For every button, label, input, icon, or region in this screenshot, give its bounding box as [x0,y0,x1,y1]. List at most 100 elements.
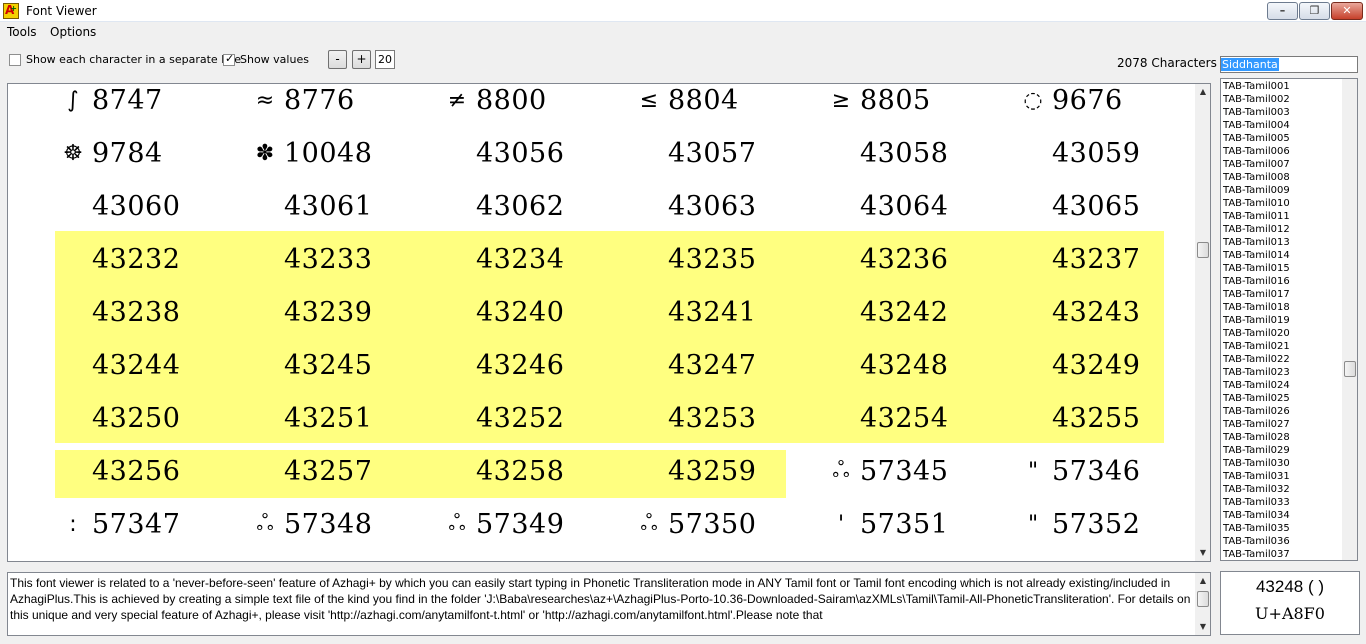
character-cell[interactable]: 43237 [1014,233,1140,286]
increase-size-button[interactable]: + [352,50,371,69]
character-cell[interactable]: 43253 [630,392,756,445]
character-cell[interactable]: 43065 [1014,180,1140,233]
font-list-item[interactable]: TAB-Tamil015 [1223,262,1290,275]
character-cell[interactable]: 43236 [822,233,948,286]
font-list-item[interactable]: TAB-Tamil027 [1223,418,1290,431]
close-button[interactable]: ✕ [1331,2,1363,20]
font-list-item[interactable]: TAB-Tamil007 [1223,158,1290,171]
font-list-item[interactable]: TAB-Tamil008 [1223,171,1290,184]
character-cell[interactable]: 43248 [822,339,948,392]
scroll-up-icon[interactable]: ▲ [1195,573,1210,589]
character-cell[interactable]: 43063 [630,180,756,233]
font-list-item[interactable]: TAB-Tamil034 [1223,509,1290,522]
character-cell[interactable]: 43057 [630,127,756,180]
menu-tools[interactable]: Tools [7,25,37,39]
font-list-item[interactable]: TAB-Tamil035 [1223,522,1290,535]
minimize-button[interactable]: – [1267,2,1298,20]
description-scroll-thumb[interactable] [1197,591,1209,607]
font-list-item[interactable]: TAB-Tamil037 [1223,548,1290,560]
character-grid[interactable]: ∫ 8747 ≈8776 ≠ 8800 ≤8804 ≥8805 ◌ 9676 ☸ 9784 ✽ 1004… [7,83,1211,562]
menu-options[interactable]: Options [50,25,96,39]
font-list-item[interactable]: TAB-Tamil021 [1223,340,1290,353]
maximize-button[interactable]: ❐ [1299,2,1330,20]
font-list-item[interactable]: TAB-Tamil004 [1223,119,1290,132]
character-cell[interactable]: 43056 [438,127,564,180]
grid-scrollbar[interactable]: ▲ ▼ [1195,84,1210,561]
font-name-input[interactable]: Siddhanta [1220,56,1358,73]
font-list-item[interactable]: TAB-Tamil011 [1223,210,1290,223]
character-cell[interactable]: 43239 [246,286,372,339]
character-cell[interactable]: ✽ 10048 [246,127,372,180]
font-list-item[interactable]: TAB-Tamil019 [1223,314,1290,327]
font-list-item[interactable]: TAB-Tamil036 [1223,535,1290,548]
character-cell[interactable]: ∫ 8747 [54,84,163,127]
font-list-item[interactable]: TAB-Tamil030 [1223,457,1290,470]
font-list-item[interactable]: TAB-Tamil006 [1223,145,1290,158]
font-list-item[interactable]: TAB-Tamil029 [1223,444,1290,457]
separate-line-checkbox[interactable] [9,54,21,66]
character-cell[interactable]: 43247 [630,339,756,392]
character-cell[interactable]: 43059 [1014,127,1140,180]
font-list-item[interactable]: TAB-Tamil020 [1223,327,1290,340]
character-cell[interactable]: ஃ 57348 [246,498,372,551]
character-cell[interactable]: 43242 [822,286,948,339]
character-cell[interactable]: ≠ 8800 [438,84,547,127]
character-cell[interactable]: 43244 [54,339,180,392]
character-cell[interactable]: 43235 [630,233,756,286]
scroll-up-icon[interactable]: ▲ [1195,84,1210,100]
description-box[interactable]: This font viewer is related to a 'never-… [7,572,1211,636]
character-cell[interactable]: 43255 [1014,392,1140,445]
character-cell[interactable]: ஃ 57350 [630,498,756,551]
scroll-down-icon[interactable]: ▼ [1195,545,1210,561]
scroll-down-icon[interactable]: ▼ [1195,619,1210,635]
character-cell[interactable]: 43249 [1014,339,1140,392]
character-cell[interactable]: 43062 [438,180,564,233]
font-list-item[interactable]: TAB-Tamil010 [1223,197,1290,210]
character-cell[interactable]: 43258 [438,445,564,498]
character-cell[interactable]: ◌ 9676 [1014,84,1123,127]
character-cell[interactable]: 43232 [54,233,180,286]
font-list-item[interactable]: TAB-Tamil032 [1223,483,1290,496]
character-cell[interactable]: 43240 [438,286,564,339]
font-list-item[interactable]: TAB-Tamil012 [1223,223,1290,236]
font-list-item[interactable]: TAB-Tamil002 [1223,93,1290,106]
character-cell[interactable]: 43256 [54,445,180,498]
decrease-size-button[interactable]: - [328,50,347,69]
font-list-item[interactable]: TAB-Tamil025 [1223,392,1290,405]
font-list-scroll-thumb[interactable] [1344,361,1356,377]
font-list-item[interactable]: TAB-Tamil016 [1223,275,1290,288]
character-cell[interactable]: 43259 [630,445,756,498]
character-cell[interactable]: " 57352 [1014,498,1140,551]
font-size-field[interactable]: 20 [375,50,395,69]
font-list-item[interactable]: TAB-Tamil023 [1223,366,1290,379]
character-cell[interactable]: 43254 [822,392,948,445]
font-list-item[interactable]: TAB-Tamil028 [1223,431,1290,444]
character-cell[interactable]: 43064 [822,180,948,233]
character-cell[interactable]: " 57346 [1014,445,1140,498]
app-icon[interactable]: A + [3,3,19,19]
font-list-item[interactable]: TAB-Tamil024 [1223,379,1290,392]
font-list-item[interactable]: TAB-Tamil009 [1223,184,1290,197]
font-list-item[interactable]: TAB-Tamil001 [1223,80,1290,93]
character-cell[interactable]: 43233 [246,233,372,286]
character-cell[interactable]: ☸ 9784 [54,127,163,180]
character-cell[interactable]: ஃ 57345 [822,445,948,498]
character-cell[interactable]: 43060 [54,180,180,233]
character-cell[interactable]: 43234 [438,233,564,286]
character-cell[interactable]: ≥8805 [822,84,931,127]
description-scrollbar[interactable]: ▲ ▼ [1195,573,1210,635]
font-list-item[interactable]: TAB-Tamil014 [1223,249,1290,262]
character-cell[interactable]: :57347 [54,498,180,551]
character-cell[interactable]: 43238 [54,286,180,339]
font-list-item[interactable]: TAB-Tamil033 [1223,496,1290,509]
character-cell[interactable]: 43252 [438,392,564,445]
character-cell[interactable]: ஃ 57349 [438,498,564,551]
character-cell[interactable]: 43058 [822,127,948,180]
character-cell[interactable]: 43257 [246,445,372,498]
character-cell[interactable]: 43251 [246,392,372,445]
character-cell[interactable]: ≤8804 [630,84,739,127]
character-cell[interactable]: 43245 [246,339,372,392]
character-cell[interactable]: 43061 [246,180,372,233]
font-list-item[interactable]: TAB-Tamil018 [1223,301,1290,314]
font-list-item[interactable]: TAB-Tamil017 [1223,288,1290,301]
